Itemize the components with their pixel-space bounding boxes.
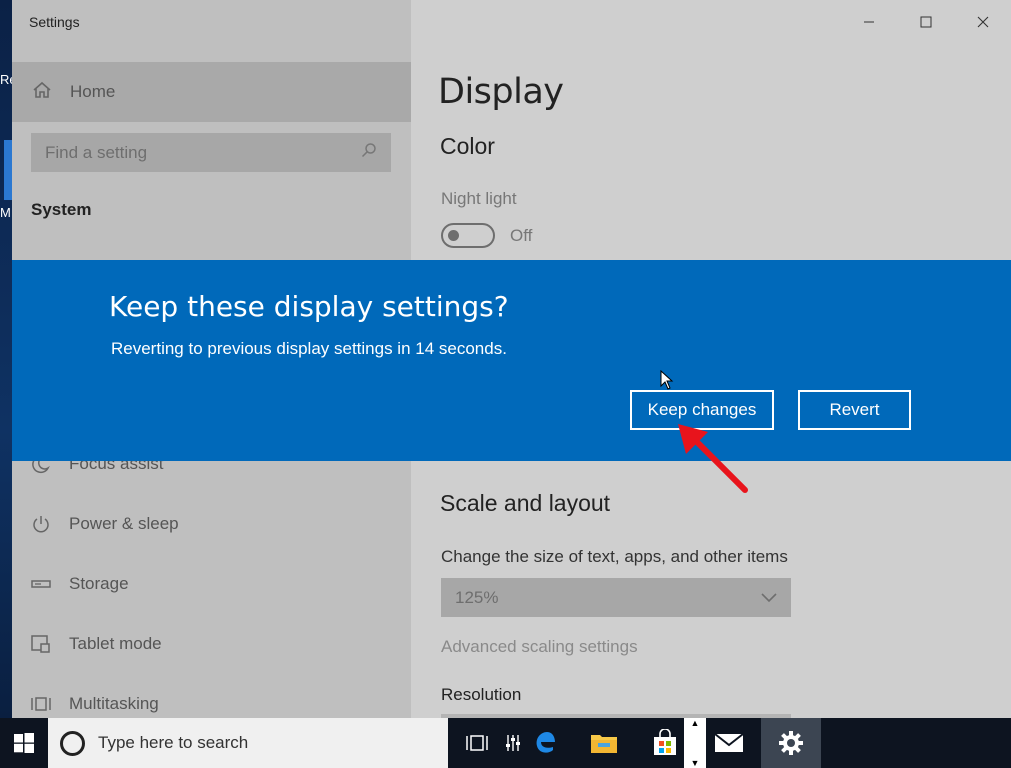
- power-icon: [30, 513, 52, 535]
- desktop-icon-label[interactable]: M: [0, 205, 11, 220]
- edge-browser-icon[interactable]: [525, 718, 565, 768]
- maximize-button[interactable]: [897, 0, 954, 44]
- sidebar-item-tablet-mode[interactable]: Tablet mode: [12, 616, 411, 672]
- chevron-down-icon: [761, 588, 777, 608]
- store-icon[interactable]: [645, 718, 685, 768]
- scroll-up-icon[interactable]: ▲: [691, 718, 700, 728]
- close-button[interactable]: [954, 0, 1011, 44]
- revert-button[interactable]: Revert: [798, 390, 911, 430]
- gear-icon: [779, 731, 803, 755]
- desktop-icon[interactable]: [4, 140, 12, 200]
- taskbar-scroll[interactable]: ▲ ▼: [684, 718, 706, 768]
- home-icon: [32, 80, 52, 105]
- sidebar-item-power-sleep[interactable]: Power & sleep: [12, 496, 411, 552]
- taskbar: ▲ ▼: [0, 718, 1011, 768]
- sidebar-item-home[interactable]: Home: [12, 62, 411, 122]
- sidebar-item-label: Storage: [69, 574, 129, 593]
- dialog-message: Reverting to previous display settings i…: [111, 339, 507, 358]
- section-title-color: Color: [440, 133, 495, 159]
- start-button[interactable]: [0, 718, 48, 768]
- taskbar-search-box[interactable]: [48, 718, 448, 768]
- sidebar-item-multitasking[interactable]: Multitasking: [12, 676, 411, 718]
- scroll-down-icon[interactable]: ▼: [691, 758, 700, 768]
- sidebar-item-label: Tablet mode: [69, 634, 162, 653]
- section-title-scale: Scale and layout: [440, 490, 611, 516]
- night-light-state: Off: [510, 226, 533, 245]
- sidebar-item-label: Power & sleep: [69, 514, 179, 533]
- sidebar-item-label: Home: [70, 82, 116, 101]
- keep-changes-button[interactable]: Keep changes: [630, 390, 774, 430]
- cortana-icon[interactable]: [60, 730, 85, 756]
- settings-search-box[interactable]: [31, 133, 391, 172]
- file-explorer-icon[interactable]: [584, 718, 624, 768]
- tablet-icon: [30, 633, 52, 655]
- change-size-label: Change the size of text, apps, and other…: [441, 547, 788, 566]
- scale-value: 125%: [455, 587, 499, 607]
- search-icon[interactable]: [361, 142, 377, 163]
- scale-dropdown[interactable]: 125%: [441, 578, 791, 617]
- advanced-scaling-link[interactable]: Advanced scaling settings: [441, 637, 638, 657]
- multitasking-icon: [30, 693, 52, 715]
- night-light-toggle[interactable]: [441, 223, 495, 248]
- dialog-title: Keep these display settings?: [109, 290, 509, 323]
- sidebar-item-storage[interactable]: Storage: [12, 556, 411, 612]
- window-controls: [840, 0, 1011, 44]
- sidebar-item-label: Multitasking: [69, 694, 159, 713]
- windows-logo-icon: [14, 733, 34, 753]
- app-title: Settings: [29, 14, 80, 30]
- desktop-background: Re M: [0, 0, 17, 718]
- keep-display-settings-dialog: Keep these display settings? Reverting t…: [12, 260, 1011, 461]
- minimize-button[interactable]: [840, 0, 897, 44]
- task-view-icon[interactable]: [457, 718, 497, 768]
- resolution-label: Resolution: [441, 685, 522, 704]
- storage-icon: [30, 573, 52, 595]
- page-title: Display: [438, 72, 564, 112]
- taskbar-search-input[interactable]: [98, 733, 398, 753]
- night-light-label: Night light: [441, 189, 517, 208]
- sidebar-section-title: System: [31, 200, 92, 219]
- settings-taskbar-icon[interactable]: [761, 718, 821, 768]
- settings-search-input[interactable]: [45, 142, 335, 163]
- mail-icon[interactable]: [709, 718, 749, 768]
